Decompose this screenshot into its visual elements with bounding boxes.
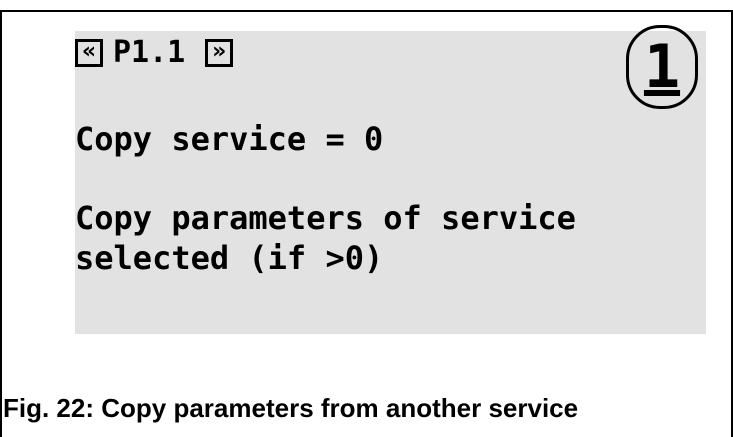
description-line-1: Copy parameters of service (75, 199, 576, 237)
nav-next-button[interactable]: » (205, 39, 234, 67)
figure-caption: Fig. 22: Copy parameters from another se… (3, 393, 579, 423)
description-line-2: selected (if >0) (75, 239, 384, 277)
menu-navigation: « P1.1 » (75, 35, 234, 70)
page-id: P1.1 (113, 35, 186, 70)
lcd-display: « P1.1 » 1 Copy service = 0 Copy paramet… (75, 25, 706, 334)
nav-previous-button[interactable]: « (75, 39, 103, 67)
access-level-badge: 1 (626, 25, 698, 109)
setting-value-line: Copy service = 0 (75, 120, 384, 158)
frame-left-border (0, 10, 2, 437)
frame-top-border (0, 10, 733, 12)
